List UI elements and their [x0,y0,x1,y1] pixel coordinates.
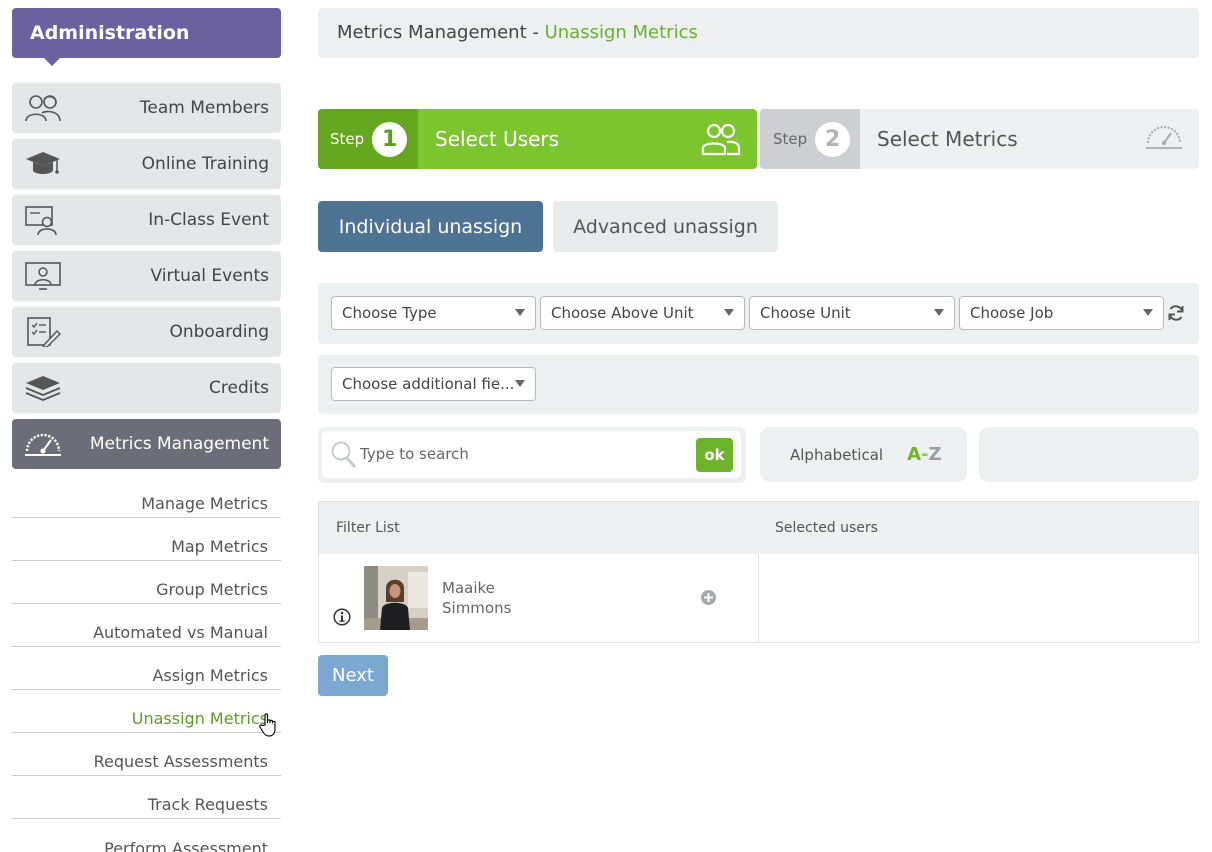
sidebar-item-label: Virtual Events [150,266,269,286]
sidebar-item-team-members[interactable]: Team Members [12,83,281,133]
user-last-name: Simmons [442,599,512,617]
sort-label: Alphabetical [790,445,884,464]
graduation-cap-icon [26,152,60,174]
submenu-track-requests[interactable]: Track Requests [12,776,281,819]
sidebar-item-onboarding[interactable]: Onboarding [12,307,281,357]
select-value: Choose Type [342,304,437,322]
wizard-steps: Step 1 Select Users Step 2 Select Metric… [318,109,1199,169]
empty-option-box [979,427,1199,482]
step-title: Select Users [435,127,560,151]
sidebar-item-online-training[interactable]: Online Training [12,139,281,189]
step-number: 2 [815,121,851,157]
breadcrumb-current: Unassign Metrics [544,22,698,43]
presenter-board-icon [25,206,57,235]
hand-cursor-icon [259,713,276,737]
selected-users-header: Selected users [775,520,878,536]
add-circle-icon[interactable] [700,589,717,606]
breadcrumb-separator: - [526,22,545,43]
search-box: ok [322,431,741,478]
next-button[interactable]: Next [318,655,388,696]
sidebar-item-label: Onboarding [169,322,269,342]
panel-header: Filter List Selected users [319,502,1198,554]
sort-az-a: A [907,444,921,465]
breadcrumb-section[interactable]: Metrics Management [337,22,527,43]
sort-alphabetical-button[interactable]: Alphabetical A-Z [760,427,967,482]
checklist-icon [27,317,61,347]
virtual-screen-icon [25,262,61,290]
select-value: Choose Job [970,304,1054,322]
search-icon [331,441,357,468]
sidebar-item-metrics-management[interactable]: Metrics Management [12,419,281,469]
search-ok-button[interactable]: ok [696,438,733,472]
step-number: 1 [372,121,408,157]
chevron-down-icon [515,380,525,387]
search-area: ok [318,427,746,483]
submenu-group-metrics[interactable]: Group Metrics [12,561,281,604]
speedometer-icon [25,433,61,456]
submenu-map-metrics[interactable]: Map Metrics [12,518,281,561]
main-content: Metrics Management - Unassign Metrics St… [318,8,1199,696]
user-photo [364,566,428,630]
submenu-unassign-metrics[interactable]: Unassign Metrics [12,690,281,733]
submenu-manage-metrics[interactable]: Manage Metrics [12,475,281,518]
sidebar-item-label: In-Class Event [148,210,269,230]
user-name: Maaike Simmons [442,578,562,618]
tab-individual-unassign[interactable]: Individual unassign [318,201,543,252]
submenu-request-assessments[interactable]: Request Assessments [12,733,281,776]
sort-az-z: Z [928,444,942,465]
sort-az-icon: A-Z [907,444,941,465]
step-select-users[interactable]: Step 1 Select Users [318,109,757,169]
choose-job-select[interactable]: Choose Job [959,296,1164,330]
stack-layers-icon [25,376,61,401]
chevron-down-icon [724,309,734,316]
refresh-icon[interactable] [1167,304,1185,322]
chevron-down-icon [934,309,944,316]
step-title: Select Metrics [877,127,1018,151]
breadcrumb: Metrics Management - Unassign Metrics [318,8,1199,58]
submenu-automated-vs-manual[interactable]: Automated vs Manual [12,604,281,647]
metrics-submenu: Manage Metrics Map Metrics Group Metrics… [12,475,281,852]
choose-unit-select[interactable]: Choose Unit [749,296,955,330]
search-input[interactable] [360,439,690,469]
speedometer-icon [1146,126,1182,149]
sidebar-item-in-class-event[interactable]: In-Class Event [12,195,281,245]
avatar [364,566,428,630]
step-word: Step [330,130,365,148]
panel-body: Maaike Simmons [319,554,1198,642]
additional-filter-row: Choose additional fie... [318,355,1199,414]
user-first-name: Maaike [442,579,495,597]
select-value: Choose additional fie... [342,375,515,393]
chevron-down-icon [515,309,525,316]
sidebar-item-label: Team Members [139,98,269,118]
submenu-perform-assessment[interactable]: Perform Assessment [12,819,281,852]
submenu-assign-metrics[interactable]: Assign Metrics [12,647,281,690]
sidebar-item-label: Online Training [141,154,269,174]
sidebar: Administration Team Members Online Train… [12,8,281,852]
list-item: Maaike Simmons [319,554,758,642]
chevron-down-icon [1143,309,1153,316]
sidebar-nav: Team Members Online Training In-Class Ev… [12,83,281,469]
choose-type-select[interactable]: Choose Type [331,296,536,330]
select-value: Choose Unit [760,304,851,322]
info-icon[interactable] [333,608,351,626]
administration-header: Administration [12,8,281,66]
users-icon [701,123,741,156]
sidebar-item-virtual-events[interactable]: Virtual Events [12,251,281,301]
step-word: Step [773,130,808,148]
sidebar-item-credits[interactable]: Credits [12,363,281,413]
tab-advanced-unassign[interactable]: Advanced unassign [553,201,778,252]
sidebar-item-label: Metrics Management [89,434,269,454]
step-indicator: Step 1 [318,109,418,169]
filter-list-header: Filter List [336,520,400,536]
unassign-mode-tabs: Individual unassign Advanced unassign [318,201,778,252]
step-select-metrics[interactable]: Step 2 Select Metrics [760,109,1199,169]
team-members-icon [25,95,61,122]
step-indicator: Step 2 [760,109,860,169]
user-lists-panel: Filter List Selected users Maaike Simmon… [318,501,1199,643]
choose-above-unit-select[interactable]: Choose Above Unit [540,296,745,330]
filter-row: Choose Type Choose Above Unit Choose Uni… [318,283,1199,344]
select-value: Choose Above Unit [551,304,694,322]
choose-additional-field-select[interactable]: Choose additional fie... [331,367,536,401]
sidebar-item-label: Credits [209,378,269,398]
